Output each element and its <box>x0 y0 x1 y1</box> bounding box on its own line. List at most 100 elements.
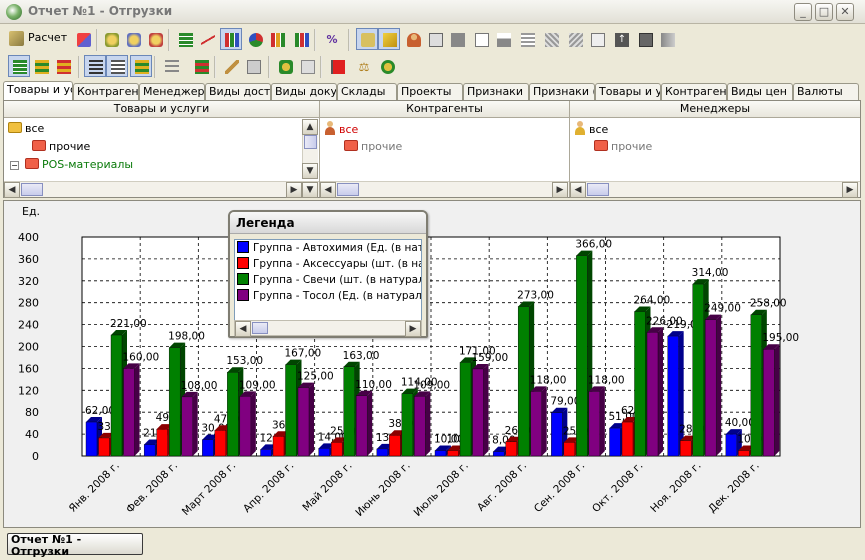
table-colored-button[interactable] <box>30 55 52 77</box>
scroll-right-icon[interactable]: ▶ <box>405 321 421 337</box>
legend-title[interactable]: Легенда <box>230 212 426 234</box>
stacked-chart-button[interactable] <box>290 28 312 50</box>
tab-warehouses[interactable]: Склады <box>337 83 397 100</box>
table-summary-button[interactable] <box>52 55 74 77</box>
scroll-thumb[interactable] <box>304 135 317 149</box>
legend-hscroll[interactable]: ◀ ▶ <box>234 320 422 337</box>
scroll-left-icon[interactable]: ◀ <box>235 321 251 337</box>
report-tab-button[interactable]: Отчет №1 - Отгрузки <box>7 533 143 558</box>
tree-item-other[interactable]: прочие <box>32 139 90 155</box>
sort-button[interactable] <box>106 55 128 77</box>
printer-button[interactable] <box>492 28 514 50</box>
scroll-right-icon[interactable]: ▶ <box>552 182 568 198</box>
tab-counterparties[interactable]: Контрагенты <box>73 83 139 100</box>
scroll-up-icon[interactable]: ▲ <box>302 119 318 135</box>
tree-item-other[interactable]: прочие <box>594 139 652 155</box>
scroll-thumb[interactable] <box>587 183 609 196</box>
calendar-icon <box>639 33 653 47</box>
bar-side <box>367 390 373 456</box>
settings-icon <box>149 33 163 47</box>
tab-attributes-t[interactable]: Признаки (Т <box>529 83 595 100</box>
managers-hscroll[interactable]: ◀ ▶ <box>570 181 860 198</box>
box-button[interactable] <box>378 28 400 50</box>
eraser-button[interactable] <box>72 28 94 50</box>
close-button[interactable]: ✕ <box>836 3 854 21</box>
tab-goods[interactable]: Товары и ус <box>3 81 73 100</box>
warehouse-button[interactable] <box>446 28 468 50</box>
edit-group-button[interactable] <box>122 28 144 50</box>
bar <box>763 349 775 457</box>
tab-currencies[interactable]: Валюты <box>793 83 859 100</box>
tab-document-types[interactable]: Виды докум <box>271 83 337 100</box>
raschet-button[interactable]: Расчет <box>6 28 71 50</box>
counterparties-hscroll[interactable]: ◀ ▶ <box>320 181 569 198</box>
tab-managers[interactable]: Менеджеры <box>139 83 205 100</box>
tree-item-pos[interactable]: − POS-материалы <box>10 157 133 173</box>
scroll-left-icon[interactable]: ◀ <box>4 182 20 198</box>
hand-button[interactable] <box>424 28 446 50</box>
lines-button[interactable] <box>160 55 182 77</box>
calendar-button[interactable] <box>634 28 656 50</box>
form-button[interactable] <box>242 55 264 77</box>
page-button[interactable] <box>586 28 608 50</box>
lock-button[interactable] <box>356 28 378 50</box>
cabinet-button[interactable] <box>656 28 678 50</box>
y-tick-label: 0 <box>32 450 39 463</box>
align-button[interactable] <box>84 55 106 77</box>
edit-button[interactable] <box>220 55 242 77</box>
scroll-down-icon[interactable]: ▼ <box>302 163 318 179</box>
list-button[interactable] <box>516 28 538 50</box>
area-chart-button[interactable] <box>266 28 288 50</box>
percent-button[interactable]: % <box>320 28 342 50</box>
export-button[interactable] <box>190 55 212 77</box>
scroll-thumb[interactable] <box>337 183 359 196</box>
goods-hscroll[interactable]: ◀ ▶ ▼ <box>4 181 319 198</box>
legend-window[interactable]: Легенда Группа - Автохимия (Ед. (в натур… <box>228 210 428 338</box>
tab-attributes[interactable]: Признаки <box>463 83 529 100</box>
settings-group-button[interactable] <box>144 28 166 50</box>
bar <box>725 433 738 457</box>
tab-projects[interactable]: Проекты <box>397 83 463 100</box>
currency-button[interactable] <box>376 55 398 77</box>
grid-button[interactable] <box>540 28 562 50</box>
scroll-thumb[interactable] <box>252 322 268 334</box>
bar-chart-button[interactable] <box>220 28 242 50</box>
flag-button[interactable] <box>326 55 348 77</box>
scales-button[interactable]: ⚖ <box>352 55 374 77</box>
maximize-button[interactable]: □ <box>815 3 833 21</box>
scroll-thumb[interactable] <box>21 183 43 196</box>
bar <box>214 430 227 457</box>
line-chart-button[interactable] <box>196 28 218 50</box>
goods-panel: Товары и услуги все прочие − POS-материал… <box>4 101 320 198</box>
scroll-left-icon[interactable]: ◀ <box>570 182 586 198</box>
scroll-right-icon[interactable]: ▶ <box>286 182 302 198</box>
pie-chart-button[interactable] <box>244 28 266 50</box>
tab-price-types[interactable]: Виды цен <box>727 83 793 100</box>
highlight-button[interactable] <box>130 55 152 77</box>
scroll-left-icon[interactable]: ◀ <box>320 182 336 198</box>
minimize-button[interactable]: _ <box>794 3 812 21</box>
tab-counterparties-2[interactable]: Контрагенты <box>661 83 727 100</box>
upload-button[interactable]: ↑ <box>610 28 632 50</box>
table-rows-button[interactable] <box>8 55 30 77</box>
scroll-down-icon[interactable]: ▼ <box>302 182 318 198</box>
add-group-button[interactable] <box>100 28 122 50</box>
folder-icon <box>8 122 22 133</box>
data-label: 125,00 <box>297 371 334 383</box>
filter-button[interactable] <box>296 55 318 77</box>
pattern-button[interactable] <box>564 28 586 50</box>
tab-delivery-types[interactable]: Виды доставк <box>205 83 271 100</box>
tree-item-all[interactable]: все <box>574 121 608 137</box>
tab-goods-2[interactable]: Товары и ус <box>595 83 661 100</box>
tree-item-all[interactable]: все <box>8 121 44 137</box>
scroll-right-icon[interactable]: ▶ <box>842 182 858 198</box>
goods-vscroll[interactable]: ▲ ▼ <box>302 119 318 179</box>
money-button[interactable] <box>274 55 296 77</box>
table-view-button[interactable] <box>174 28 196 50</box>
expand-icon[interactable]: − <box>10 161 19 170</box>
tree-item-all[interactable]: все <box>324 121 358 137</box>
document-button[interactable] <box>470 28 492 50</box>
user-button[interactable] <box>402 28 424 50</box>
currency-icon <box>381 60 395 74</box>
tree-item-other[interactable]: прочие <box>344 139 402 155</box>
